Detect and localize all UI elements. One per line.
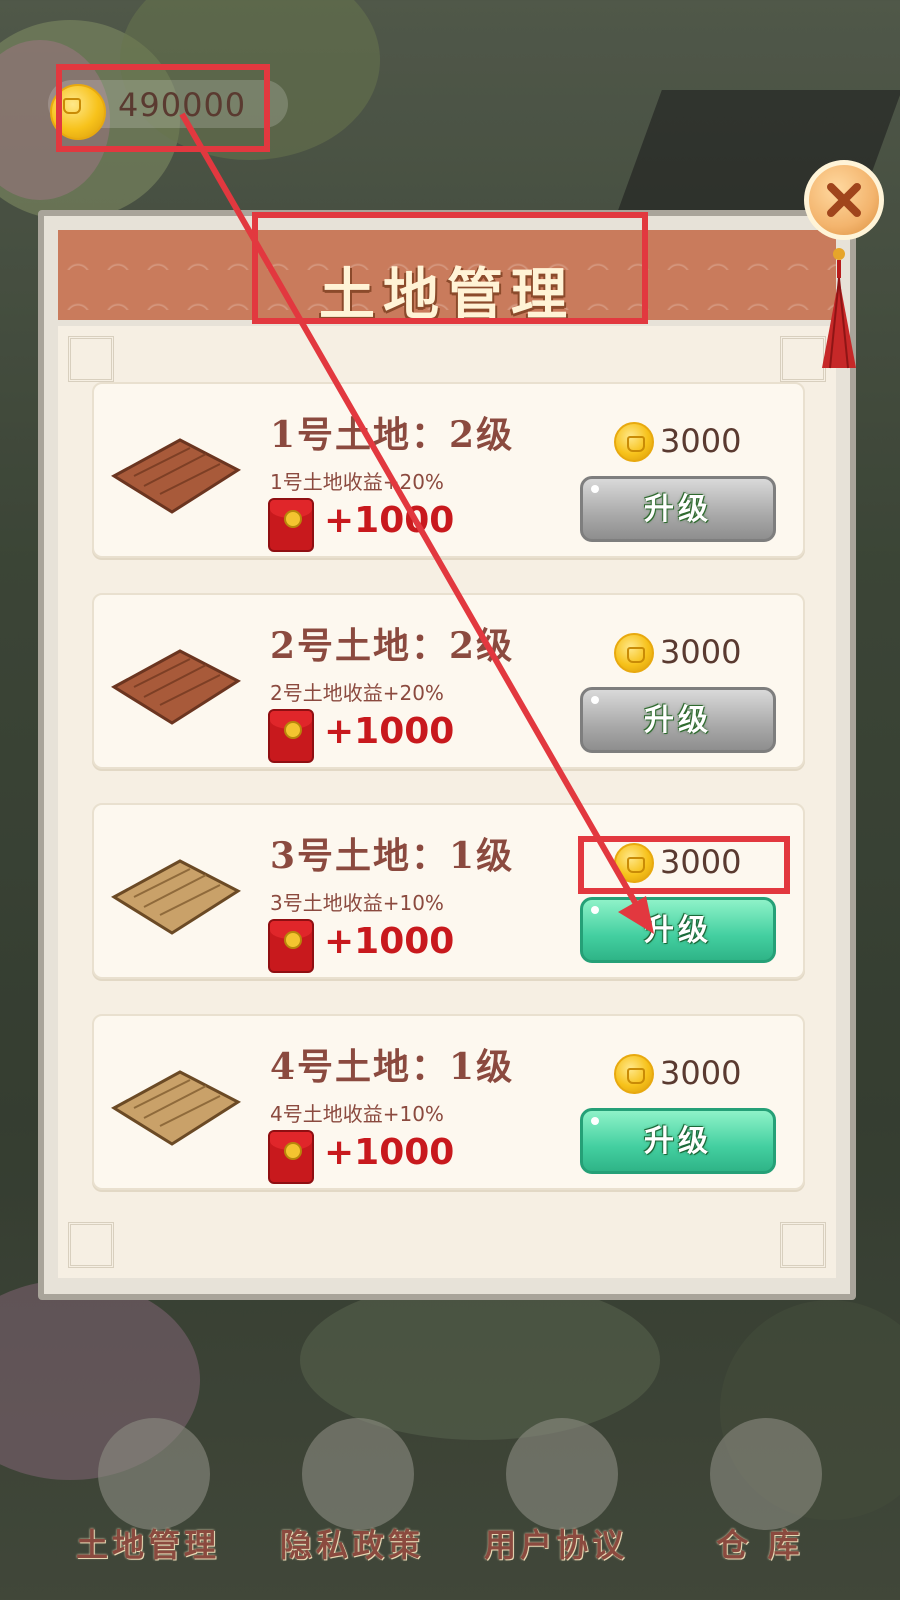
annotation-arrow <box>179 112 654 934</box>
